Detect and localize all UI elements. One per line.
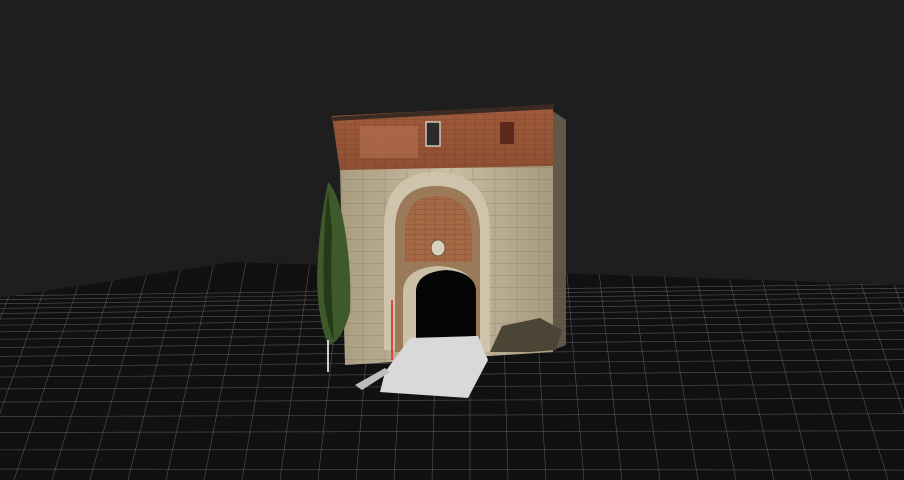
archway-passage (416, 270, 476, 340)
point-cloud-scene[interactable] (0, 0, 904, 480)
brick-patch (360, 126, 418, 158)
upper-window (425, 121, 441, 147)
upper-shutter (500, 122, 514, 144)
3d-viewport[interactable] (0, 0, 904, 480)
coat-of-arms (430, 239, 446, 257)
